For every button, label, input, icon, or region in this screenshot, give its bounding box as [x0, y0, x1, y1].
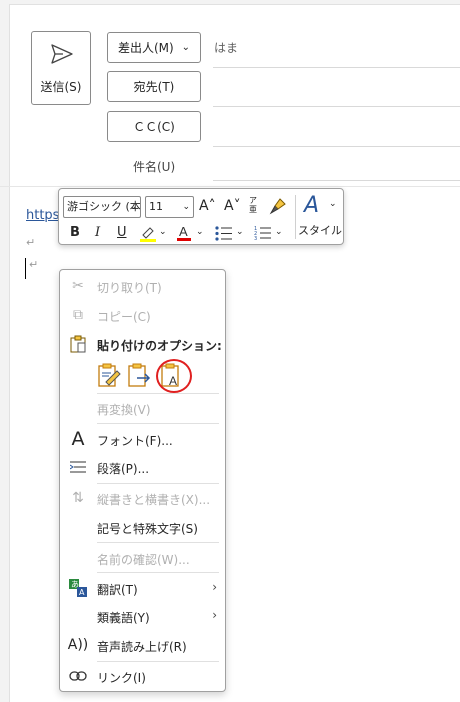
- chevron-down-icon[interactable]: ⌄: [236, 227, 244, 237]
- menu-item-copy[interactable]: ⧉ コピー(C): [60, 303, 225, 327]
- font-size-select[interactable]: 11 ⌄: [145, 196, 194, 218]
- menu-item-paragraph[interactable]: 段落(P)...: [60, 455, 225, 479]
- menu-separator: [97, 661, 219, 662]
- text-direction-icon: ⇅: [72, 490, 84, 506]
- paste-merge-formatting-icon[interactable]: [127, 362, 151, 388]
- menu-item-label: 縦書きと横書き(X)...: [97, 493, 211, 507]
- subject-label: 件名(U): [133, 160, 176, 174]
- send-label: 送信(S): [40, 80, 82, 94]
- body-link[interactable]: https: [26, 208, 59, 223]
- menu-item-label: リンク(I): [97, 671, 146, 685]
- menu-item-label: 記号と特殊文字(S): [97, 522, 198, 536]
- svg-text:A: A: [79, 588, 85, 597]
- menu-item-translate[interactable]: あA 翻訳(T) ›: [60, 576, 225, 600]
- chevron-down-icon: ⌄: [129, 202, 137, 212]
- to-button[interactable]: 宛先(T): [107, 71, 201, 102]
- context-menu: ✂ 切り取り(T) ⧉ コピー(C) 貼り付けのオプション: A 再変換(V) …: [59, 269, 226, 692]
- cc-field[interactable]: [213, 146, 460, 147]
- chevron-down-icon[interactable]: ⌄: [159, 227, 167, 237]
- send-button[interactable]: 送信(S): [31, 31, 91, 105]
- from-label: 差出人(M): [117, 41, 174, 55]
- menu-item-text-direction[interactable]: ⇅ 縦書きと横書き(X)...: [60, 486, 225, 510]
- menu-item-label: 音声読み上げ(R): [97, 640, 187, 654]
- from-field-line: [213, 67, 460, 68]
- menu-separator: [97, 572, 219, 573]
- menu-item-link[interactable]: リンク(I): [60, 664, 225, 688]
- font-name-select[interactable]: 游ゴシック (本 ⌄: [63, 196, 141, 218]
- menu-item-label: 名前の確認(W)...: [97, 553, 190, 567]
- cc-button[interactable]: ＣＣ(C): [107, 111, 201, 142]
- chevron-down-icon: ⌄: [182, 202, 190, 212]
- paragraph-mark: ↵: [29, 258, 39, 271]
- menu-item-font[interactable]: A フォント(F)...: [60, 427, 225, 451]
- paste-keep-formatting-icon[interactable]: [97, 362, 121, 388]
- scissors-icon: ✂: [72, 278, 84, 294]
- menu-item-cut[interactable]: ✂ 切り取り(T): [60, 274, 225, 298]
- menu-item-label: フォント(F)...: [97, 434, 173, 448]
- svg-text:A: A: [179, 224, 188, 239]
- bullets-icon[interactable]: [215, 226, 233, 241]
- italic-button[interactable]: I: [95, 225, 100, 240]
- bold-button[interactable]: B: [70, 225, 80, 240]
- menu-item-synonyms[interactable]: 類義語(Y) ›: [60, 604, 225, 628]
- to-field[interactable]: [213, 106, 460, 107]
- menu-item-label: 段落(P)...: [97, 462, 150, 476]
- subject-field[interactable]: [213, 180, 460, 181]
- paste-options-label: 貼り付けのオプション:: [97, 339, 222, 353]
- menu-item-read-aloud[interactable]: A)) 音声読み上げ(R): [60, 633, 225, 657]
- menu-separator: [97, 483, 219, 484]
- menu-separator: [97, 393, 219, 394]
- menu-item-paste-options: 貼り付けのオプション:: [60, 332, 225, 356]
- chevron-down-icon[interactable]: ⌄: [275, 227, 283, 237]
- menu-item-check-names[interactable]: 名前の確認(W)...: [60, 546, 225, 570]
- font-icon: A: [71, 428, 85, 450]
- link-icon: [68, 666, 88, 686]
- paragraph-icon: [68, 457, 88, 477]
- svg-text:3: 3: [254, 236, 257, 241]
- font-size-value: 11: [149, 200, 163, 213]
- highlight-circle: [156, 359, 192, 393]
- from-button[interactable]: 差出人(M) ⌄: [107, 32, 201, 63]
- menu-item-label: 再変換(V): [97, 403, 151, 417]
- chevron-down-icon: ⌄: [181, 42, 191, 53]
- mini-toolbar: 游ゴシック (本 ⌄ 11 ⌄ A˄ A˅ ア亜 B I U ⌄ A ⌄ ⌄ 1…: [58, 188, 344, 245]
- body-divider: [0, 186, 460, 187]
- clipboard-icon: [68, 334, 88, 354]
- font-color-icon[interactable]: A: [176, 224, 192, 242]
- copy-icon: ⧉: [73, 307, 83, 323]
- menu-separator: [97, 423, 219, 424]
- chevron-right-icon: ›: [212, 608, 217, 622]
- read-aloud-icon: A)): [67, 637, 89, 653]
- highlight-color-icon[interactable]: [139, 225, 157, 242]
- chevron-right-icon: ›: [212, 580, 217, 594]
- underline-button[interactable]: U: [117, 225, 127, 240]
- shrink-font-button[interactable]: A˅: [224, 198, 241, 214]
- menu-item-label: 切り取り(T): [97, 281, 162, 295]
- text-caret: [25, 258, 26, 279]
- menu-separator: [97, 542, 219, 543]
- translate-icon: あA: [68, 578, 88, 598]
- menu-item-label: コピー(C): [97, 310, 151, 324]
- chevron-down-icon[interactable]: ⌄: [196, 227, 204, 237]
- chevron-down-icon[interactable]: ⌄: [329, 199, 337, 209]
- phonetic-guide-button[interactable]: ア亜: [248, 196, 258, 214]
- styles-icon[interactable]: A: [304, 193, 319, 218]
- paragraph-mark: ↵: [26, 236, 36, 249]
- format-painter-icon[interactable]: [269, 197, 287, 215]
- numbering-icon[interactable]: 1 2 3: [254, 225, 272, 241]
- styles-button[interactable]: スタイル: [298, 222, 342, 238]
- menu-item-symbols[interactable]: 記号と特殊文字(S): [60, 515, 225, 539]
- send-icon: [51, 44, 73, 64]
- menu-item-label: 類義語(Y): [97, 611, 150, 625]
- menu-item-label: 翻訳(T): [97, 583, 138, 597]
- menu-item-reconvert[interactable]: 再変換(V): [60, 396, 225, 420]
- toolbar-separator: [295, 195, 296, 239]
- grow-font-button[interactable]: A˄: [199, 198, 216, 214]
- from-value: はま: [214, 41, 239, 55]
